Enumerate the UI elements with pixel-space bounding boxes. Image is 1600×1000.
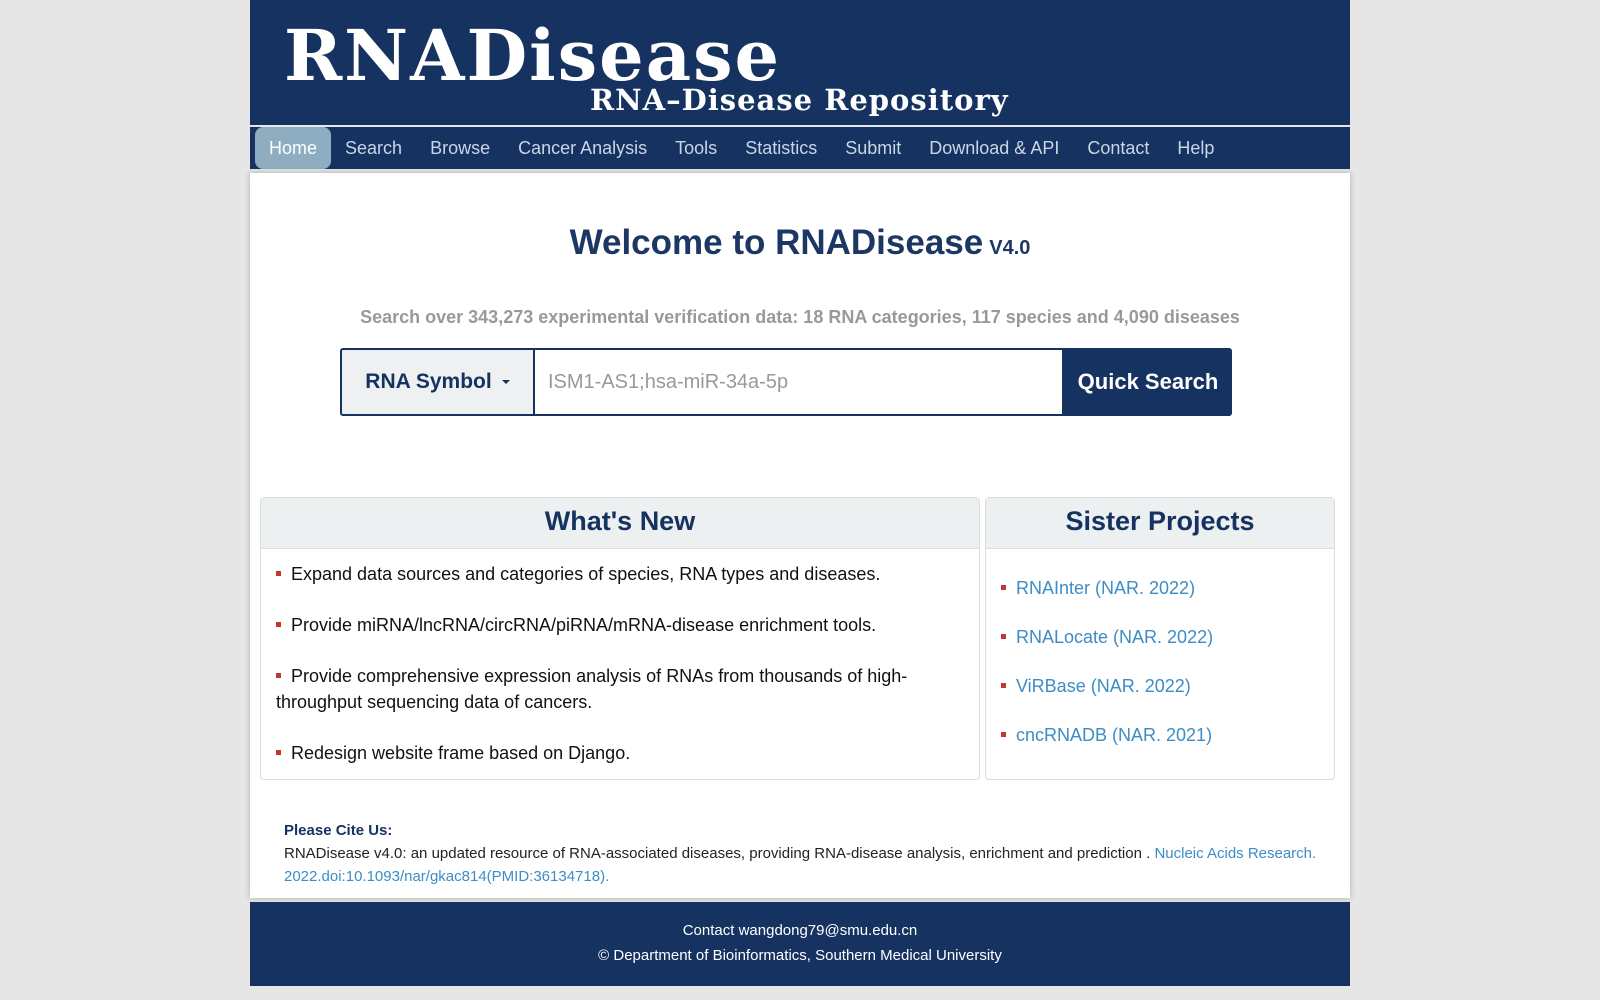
list-item: Provide miRNA/lncRNA/circRNA/piRNA/mRNA-… xyxy=(276,612,964,638)
search-type-label: RNA Symbol xyxy=(365,370,492,393)
citation-title: Please Cite Us: xyxy=(284,822,393,839)
nav-home[interactable]: Home xyxy=(255,127,332,169)
footer-contact: Contact wangdong79@smu.edu.cn xyxy=(682,922,918,939)
nav-help[interactable]: Help xyxy=(1163,127,1228,169)
bullet-icon xyxy=(1001,584,1006,590)
main-navbar: Home Search Browse Cancer Analysis Tools… xyxy=(250,127,1350,169)
sister-link-rnainter[interactable]: RNAInter (NAR. 2022) xyxy=(1016,578,1195,598)
sister-link-rnalocate[interactable]: RNALocate (NAR. 2022) xyxy=(1016,627,1213,647)
bullet-icon xyxy=(1001,682,1006,688)
caret-down-icon xyxy=(501,380,510,384)
nav-search[interactable]: Search xyxy=(331,127,416,169)
whats-new-list: Expand data sources and categories of sp… xyxy=(261,549,979,766)
bullet-icon xyxy=(276,570,281,576)
quick-search-bar: RNA Symbol Quick Search xyxy=(340,348,1232,418)
citation-block: Please Cite Us: RNADisease v4.0: an upda… xyxy=(284,819,1324,888)
nav-tools[interactable]: Tools xyxy=(661,127,731,169)
stats-summary: Search over 343,273 experimental verific… xyxy=(360,307,1240,327)
bullet-icon xyxy=(1001,633,1006,639)
list-item: RNAInter (NAR. 2022) xyxy=(1001,575,1334,601)
news-item-text: Redesign website frame based on Django. xyxy=(291,743,631,763)
bullet-icon xyxy=(1001,731,1006,737)
search-input[interactable] xyxy=(534,348,1064,416)
citation-body: RNADisease v4.0: an updated resource of … xyxy=(284,842,1324,888)
nav-submit[interactable]: Submit xyxy=(831,127,915,169)
news-item-text: Expand data sources and categories of sp… xyxy=(291,564,881,584)
citation-text: RNADisease v4.0: an updated resource of … xyxy=(284,845,1155,862)
page: RNADisease RNA–Disease Repository Home S… xyxy=(250,0,1350,986)
bullet-icon xyxy=(276,672,281,678)
bullet-icon xyxy=(276,749,281,755)
nav-browse[interactable]: Browse xyxy=(416,127,504,169)
nav-statistics[interactable]: Statistics xyxy=(731,127,831,169)
sister-projects-list: RNAInter (NAR. 2022) RNALocate (NAR. 202… xyxy=(986,549,1334,748)
news-item-text: Provide miRNA/lncRNA/circRNA/piRNA/mRNA-… xyxy=(291,615,877,635)
list-item: RNALocate (NAR. 2022) xyxy=(1001,624,1334,650)
list-item: ViRBase (NAR. 2022) xyxy=(1001,673,1334,699)
search-type-dropdown[interactable]: RNA Symbol xyxy=(340,348,534,416)
version-label: V4.0 xyxy=(989,237,1031,259)
nav-contact[interactable]: Contact xyxy=(1073,127,1163,169)
list-item: Expand data sources and categories of sp… xyxy=(276,561,964,587)
welcome-title: Welcome to RNADisease xyxy=(569,223,984,262)
list-item: Provide comprehensive expression analysi… xyxy=(276,663,964,715)
list-item: cncRNADB (NAR. 2021) xyxy=(1001,722,1334,748)
sister-link-cncrnadb[interactable]: cncRNADB (NAR. 2021) xyxy=(1016,725,1212,745)
nav-cancer-analysis[interactable]: Cancer Analysis xyxy=(504,127,661,169)
sister-projects-panel: Sister Projects RNAInter (NAR. 2022) RNA… xyxy=(985,497,1335,780)
nav-download-api[interactable]: Download & API xyxy=(915,127,1073,169)
list-item: Redesign website frame based on Django. xyxy=(276,740,964,766)
main-content: Welcome to RNADisease V4.0 Search over 34… xyxy=(250,173,1350,898)
bullet-icon xyxy=(276,621,281,627)
whats-new-title: What's New xyxy=(261,498,979,549)
sister-link-virbase[interactable]: ViRBase (NAR. 2022) xyxy=(1016,676,1191,696)
quick-search-button[interactable]: Quick Search xyxy=(1064,348,1232,416)
sister-projects-title: Sister Projects xyxy=(986,498,1334,549)
welcome-heading: Welcome to RNADisease V4.0 xyxy=(250,223,1350,263)
footer-copyright: © Department of Bioinformatics, Southern… xyxy=(598,947,1002,964)
news-item-text: Provide comprehensive expression analysi… xyxy=(276,666,908,712)
header-banner: RNADisease RNA–Disease Repository xyxy=(250,0,1350,125)
site-subtitle: RNA–Disease Repository xyxy=(590,83,1009,117)
whats-new-panel: What's New Expand data sources and categ… xyxy=(260,497,980,780)
footer: Contact wangdong79@smu.edu.cn © Departme… xyxy=(250,902,1350,986)
